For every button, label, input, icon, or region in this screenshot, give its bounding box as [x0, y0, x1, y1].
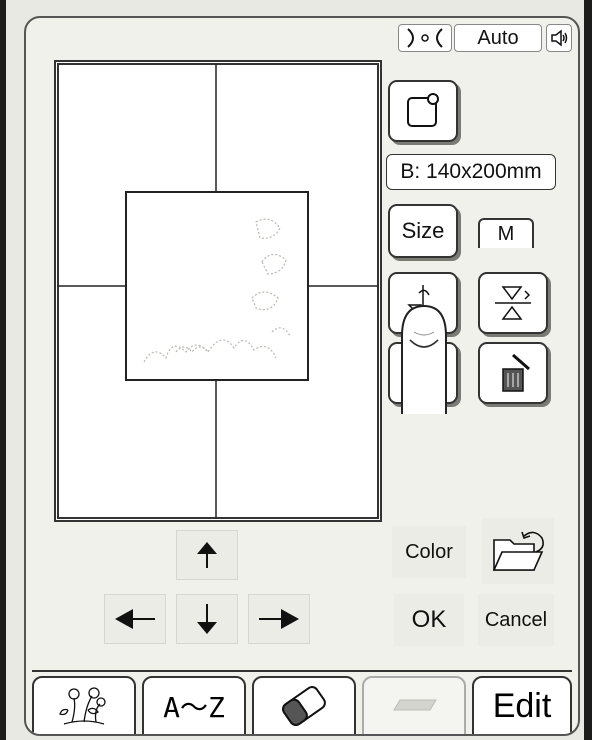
- arrow-down-icon: [197, 604, 217, 634]
- tab-alphabet-label: A～Z: [163, 691, 225, 724]
- tab-edit[interactable]: Edit: [472, 676, 572, 734]
- move-down-button[interactable]: [176, 594, 238, 644]
- tab-alphabet[interactable]: A～Z: [142, 676, 246, 734]
- arrow-left-icon: [115, 609, 155, 629]
- tab-eraser[interactable]: [252, 676, 356, 734]
- folder-icon: [492, 531, 544, 571]
- frame-size-label: B: 140x200mm: [400, 160, 542, 183]
- tab-disabled[interactable]: [362, 676, 466, 734]
- device-bezel-left: [0, 0, 6, 740]
- frame-size-display: B: 140x200mm: [386, 154, 556, 190]
- size-value: M: [497, 222, 515, 245]
- thread-mode-button[interactable]: Auto: [454, 24, 542, 52]
- cancel-button-label: Cancel: [484, 608, 548, 631]
- eraser-icon: [282, 686, 326, 726]
- arrow-up-icon: [197, 542, 217, 568]
- mirror-flip-icon: [495, 286, 531, 320]
- save-folder-button[interactable]: [482, 518, 554, 584]
- device-bezel-right: [584, 0, 592, 740]
- color-button[interactable]: Color: [392, 526, 466, 578]
- size-button-label: Size: [401, 218, 445, 243]
- speaker-icon: [551, 29, 568, 47]
- size-value-display: M: [478, 218, 534, 248]
- device-frame: Auto B: 140x200mm Size M Color OK Cancel…: [0, 0, 592, 740]
- frame-select-button[interactable]: [388, 80, 458, 142]
- color-button-label: Color: [405, 540, 453, 563]
- delete-button[interactable]: [478, 342, 548, 404]
- thread-mode-label: Auto: [477, 26, 519, 49]
- tab-edit-label: Edit: [492, 686, 552, 725]
- move-left-button[interactable]: [104, 594, 166, 644]
- ok-button[interactable]: OK: [394, 594, 464, 646]
- disabled-pattern-icon: [393, 699, 437, 711]
- thread-cutter-button[interactable]: [398, 24, 452, 52]
- frame-icon: [407, 93, 439, 127]
- speaker-button[interactable]: [546, 24, 572, 52]
- move-right-button[interactable]: [248, 594, 310, 644]
- tab-embroidery-patterns[interactable]: [32, 676, 136, 734]
- move-up-button[interactable]: [176, 530, 238, 580]
- flower-pattern-icon: [59, 687, 106, 725]
- mirror-button[interactable]: [478, 272, 548, 334]
- touch-screen: Auto B: 140x200mm Size M Color OK Cancel…: [24, 16, 580, 736]
- ok-button-label: OK: [411, 606, 447, 633]
- thread-cutter-icon: [407, 28, 443, 48]
- arrow-right-icon: [259, 609, 299, 629]
- cancel-button[interactable]: Cancel: [478, 594, 554, 646]
- preview-grid: [57, 63, 379, 519]
- embroidery-preview: [54, 60, 382, 522]
- pointing-finger-overlay: [401, 304, 447, 414]
- size-button[interactable]: Size: [388, 204, 458, 258]
- tab-bar-divider: [32, 670, 572, 672]
- trash-icon: [502, 353, 530, 392]
